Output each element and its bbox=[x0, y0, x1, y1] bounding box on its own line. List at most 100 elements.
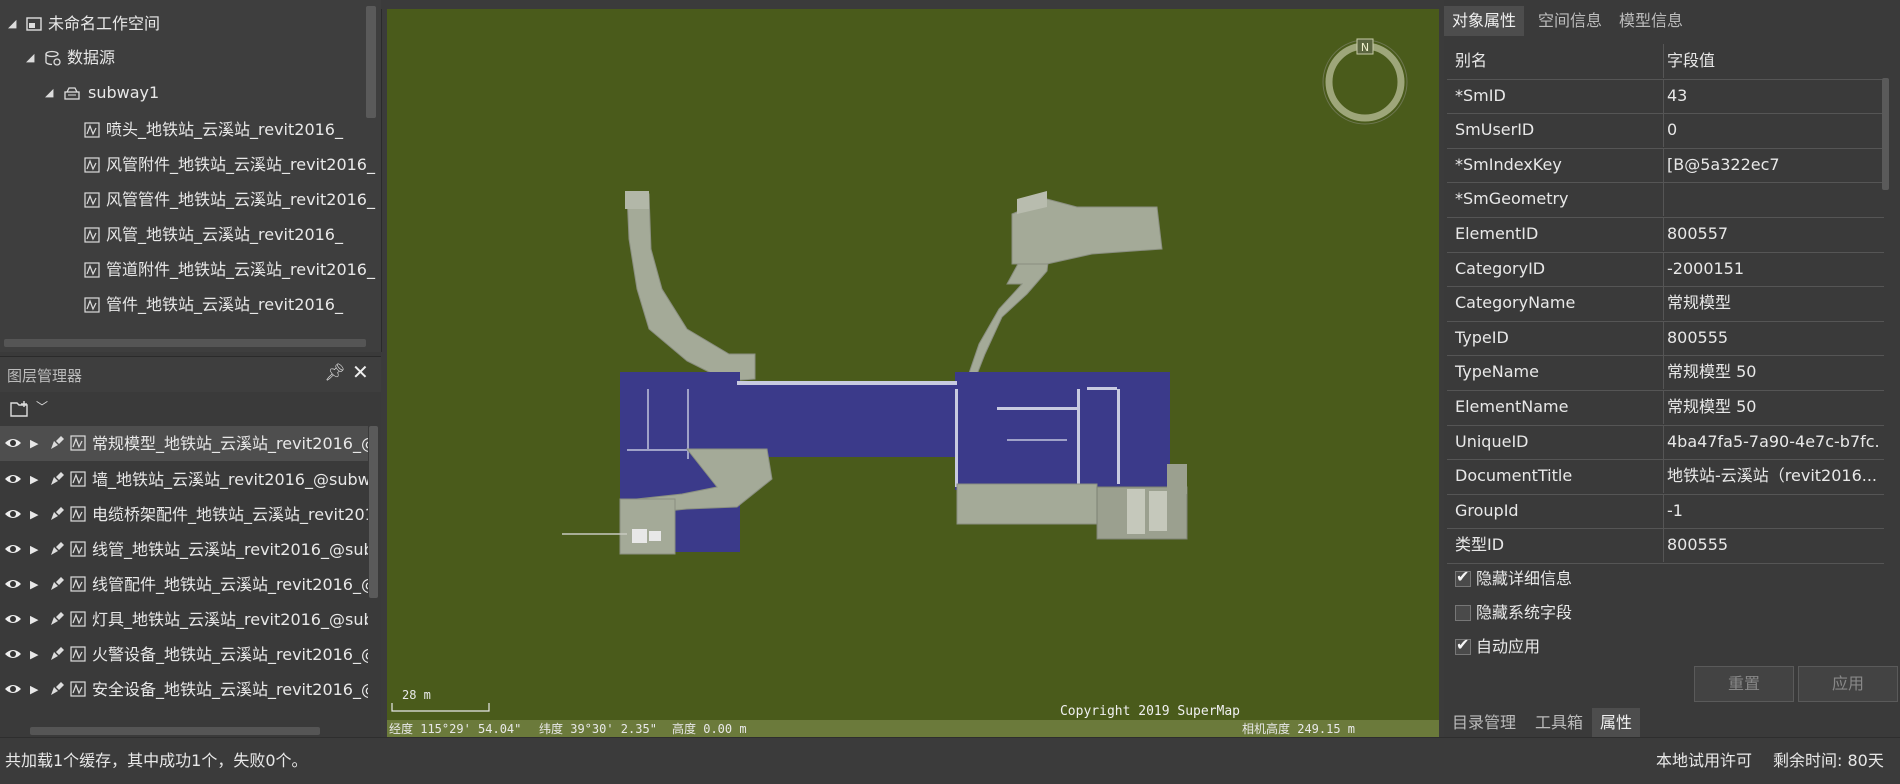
editable-icon[interactable] bbox=[49, 435, 65, 451]
close-icon[interactable]: ✕ bbox=[352, 360, 369, 384]
dataset-item[interactable]: 风管_地铁站_云溪站_revit2016_ bbox=[0, 218, 365, 252]
tree-datasources[interactable]: ◢ 数据源 bbox=[0, 41, 365, 75]
layer-row[interactable]: ▶ 火警设备_地铁站_云溪站_revit2016_@ bbox=[0, 637, 368, 672]
tab-object-properties[interactable]: 对象属性 bbox=[1444, 6, 1525, 36]
property-row[interactable]: *SmGeometry bbox=[1447, 182, 1884, 218]
station-floor-east bbox=[955, 372, 1170, 490]
dataset-item[interactable]: 管件_地铁站_云溪站_revit2016_ bbox=[0, 288, 365, 322]
floor-line bbox=[647, 389, 649, 449]
property-row[interactable]: UniqueID 4ba47fa5-7a90-4e7c-b7fc... bbox=[1447, 424, 1884, 461]
property-value[interactable]: 4ba47fa5-7a90-4e7c-b7fc... bbox=[1667, 425, 1879, 459]
property-row[interactable]: GroupId -1 bbox=[1447, 493, 1884, 530]
editable-icon[interactable] bbox=[49, 506, 65, 522]
eye-icon[interactable] bbox=[4, 577, 22, 591]
hide-system-fields-label: 隐藏系统字段 bbox=[1476, 603, 1573, 622]
property-value[interactable]: 常规模型 50 bbox=[1667, 355, 1879, 389]
eye-icon[interactable] bbox=[4, 436, 22, 450]
dataset-item[interactable]: 风管管件_地铁站_云溪站_revit2016_ bbox=[0, 183, 375, 217]
editable-icon[interactable] bbox=[49, 681, 65, 697]
property-grid-scrollbar[interactable] bbox=[1882, 78, 1889, 190]
eye-icon[interactable] bbox=[4, 542, 22, 556]
checkbox-box[interactable] bbox=[1455, 605, 1471, 621]
expand-triangle-icon[interactable]: ▶ bbox=[30, 532, 38, 567]
layer-row[interactable]: ▶ 常规模型_地铁站_云溪站_revit2016_@ bbox=[0, 426, 368, 461]
property-row[interactable]: CategoryID -2000151 bbox=[1447, 251, 1884, 288]
model-layer-icon bbox=[70, 611, 86, 627]
expand-triangle-icon[interactable]: ▶ bbox=[30, 567, 38, 602]
chevron-down-icon[interactable]: ﹀ bbox=[36, 398, 48, 415]
model-dataset-icon bbox=[84, 297, 100, 313]
reset-button[interactable]: 重置 bbox=[1694, 666, 1794, 702]
tree-vertical-scrollbar[interactable] bbox=[366, 6, 376, 118]
eye-icon[interactable] bbox=[4, 612, 22, 626]
layer-row[interactable]: ▶ 线管_地铁站_云溪站_revit2016_@subv bbox=[0, 532, 368, 567]
property-row[interactable]: DocumentTitle 地铁站-云溪站（revit2016... bbox=[1447, 459, 1884, 495]
dataset-item[interactable]: 风管附件_地铁站_云溪站_revit2016_ bbox=[0, 148, 375, 182]
property-value[interactable]: [B@5a322ec7 bbox=[1667, 148, 1879, 182]
property-value[interactable]: 常规模型 50 bbox=[1667, 390, 1879, 424]
layer-row[interactable]: ▶ 墙_地铁站_云溪站_revit2016_@subwa bbox=[0, 462, 368, 497]
editable-icon[interactable] bbox=[49, 541, 65, 557]
tab-attributes[interactable]: 属性 bbox=[1592, 708, 1641, 737]
property-row[interactable]: *SmIndexKey [B@5a322ec7 bbox=[1447, 147, 1884, 184]
layer-row[interactable]: ▶ 电缆桥架配件_地铁站_云溪站_revit201 bbox=[0, 497, 368, 532]
property-value[interactable]: 800555 bbox=[1667, 528, 1879, 562]
property-value[interactable]: 800555 bbox=[1667, 321, 1879, 355]
layer-row[interactable]: ▶ 灯具_地铁站_云溪站_revit2016_@subv bbox=[0, 602, 368, 637]
property-value[interactable]: 0 bbox=[1667, 113, 1879, 147]
apply-button[interactable]: 应用 bbox=[1798, 666, 1898, 702]
property-row[interactable]: TypeID 800555 bbox=[1447, 320, 1884, 357]
layer-name: 线管配件_地铁站_云溪站_revit2016_@ bbox=[92, 575, 368, 594]
layer-list-horizontal-scrollbar[interactable] bbox=[30, 727, 320, 735]
expand-triangle-icon[interactable]: ▶ bbox=[30, 426, 38, 461]
expand-triangle-icon[interactable]: ▶ bbox=[30, 672, 38, 707]
property-value[interactable]: 800557 bbox=[1667, 217, 1879, 251]
expand-arrow-icon[interactable]: ◢ bbox=[8, 7, 16, 41]
scene-view[interactable]: N 28 m Copyright 2019 SuperMap 经度 115°29… bbox=[387, 9, 1439, 737]
expand-arrow-icon[interactable]: ◢ bbox=[45, 76, 53, 110]
eye-icon[interactable] bbox=[4, 472, 22, 486]
property-row[interactable]: TypeName 常规模型 50 bbox=[1447, 355, 1884, 391]
pin-icon[interactable]: 📌︎ bbox=[324, 363, 346, 383]
property-value[interactable]: 地铁站-云溪站（revit2016... bbox=[1667, 459, 1879, 493]
editable-icon[interactable] bbox=[49, 576, 65, 592]
property-row[interactable]: CategoryName 常规模型 bbox=[1447, 286, 1884, 322]
editable-icon[interactable] bbox=[49, 471, 65, 487]
tree-root[interactable]: ◢ 未命名工作空间 bbox=[0, 7, 365, 41]
property-row[interactable]: ElementID 800557 bbox=[1447, 217, 1884, 253]
station-model[interactable]: N 28 m Copyright 2019 SuperMap bbox=[387, 9, 1439, 720]
editable-icon[interactable] bbox=[49, 646, 65, 662]
expand-triangle-icon[interactable]: ▶ bbox=[30, 462, 38, 497]
tree-datasource-subway1[interactable]: ◢ subway1 bbox=[0, 76, 365, 110]
tab-model-info[interactable]: 模型信息 bbox=[1611, 6, 1691, 36]
property-value[interactable]: -2000151 bbox=[1667, 252, 1879, 286]
property-row[interactable]: SmUserID 0 bbox=[1447, 113, 1884, 149]
tab-toolbox[interactable]: 工具箱 bbox=[1527, 708, 1591, 737]
tree-horizontal-scrollbar[interactable] bbox=[4, 339, 366, 347]
layer-row[interactable]: ▶ 线管配件_地铁站_云溪站_revit2016_@ bbox=[0, 567, 368, 602]
tab-spatial-info[interactable]: 空间信息 bbox=[1530, 6, 1610, 36]
eye-icon[interactable] bbox=[4, 507, 22, 521]
dataset-item[interactable]: 管道附件_地铁站_云溪站_revit2016_ bbox=[0, 253, 375, 287]
compass-ring[interactable] bbox=[1325, 42, 1405, 122]
expand-arrow-icon[interactable]: ◢ bbox=[26, 41, 34, 75]
tab-catalog[interactable]: 目录管理 bbox=[1444, 708, 1524, 737]
property-row[interactable]: 类型ID 800555 bbox=[1447, 528, 1884, 564]
eye-icon[interactable] bbox=[4, 682, 22, 696]
property-value[interactable]: 43 bbox=[1667, 79, 1879, 113]
property-value[interactable]: 常规模型 bbox=[1667, 286, 1879, 320]
layer-list-vertical-scrollbar[interactable] bbox=[369, 426, 378, 598]
expand-triangle-icon[interactable]: ▶ bbox=[30, 497, 38, 532]
property-row[interactable]: ElementName 常规模型 50 bbox=[1447, 390, 1884, 426]
model-layer-icon bbox=[70, 576, 86, 592]
expand-triangle-icon[interactable]: ▶ bbox=[30, 602, 38, 637]
new-layer-group-icon[interactable] bbox=[10, 400, 30, 418]
expand-triangle-icon[interactable]: ▶ bbox=[30, 637, 38, 672]
property-value[interactable]: -1 bbox=[1667, 494, 1879, 528]
property-row[interactable]: *SmID 43 bbox=[1447, 78, 1884, 115]
editable-icon[interactable] bbox=[49, 611, 65, 627]
layer-row[interactable]: ▶ 安全设备_地铁站_云溪站_revit2016_@ bbox=[0, 672, 368, 707]
eye-icon[interactable] bbox=[4, 647, 22, 661]
dataset-item[interactable]: 喷头_地铁站_云溪站_revit2016_ bbox=[0, 113, 365, 147]
property-name: TypeName bbox=[1455, 362, 1539, 382]
